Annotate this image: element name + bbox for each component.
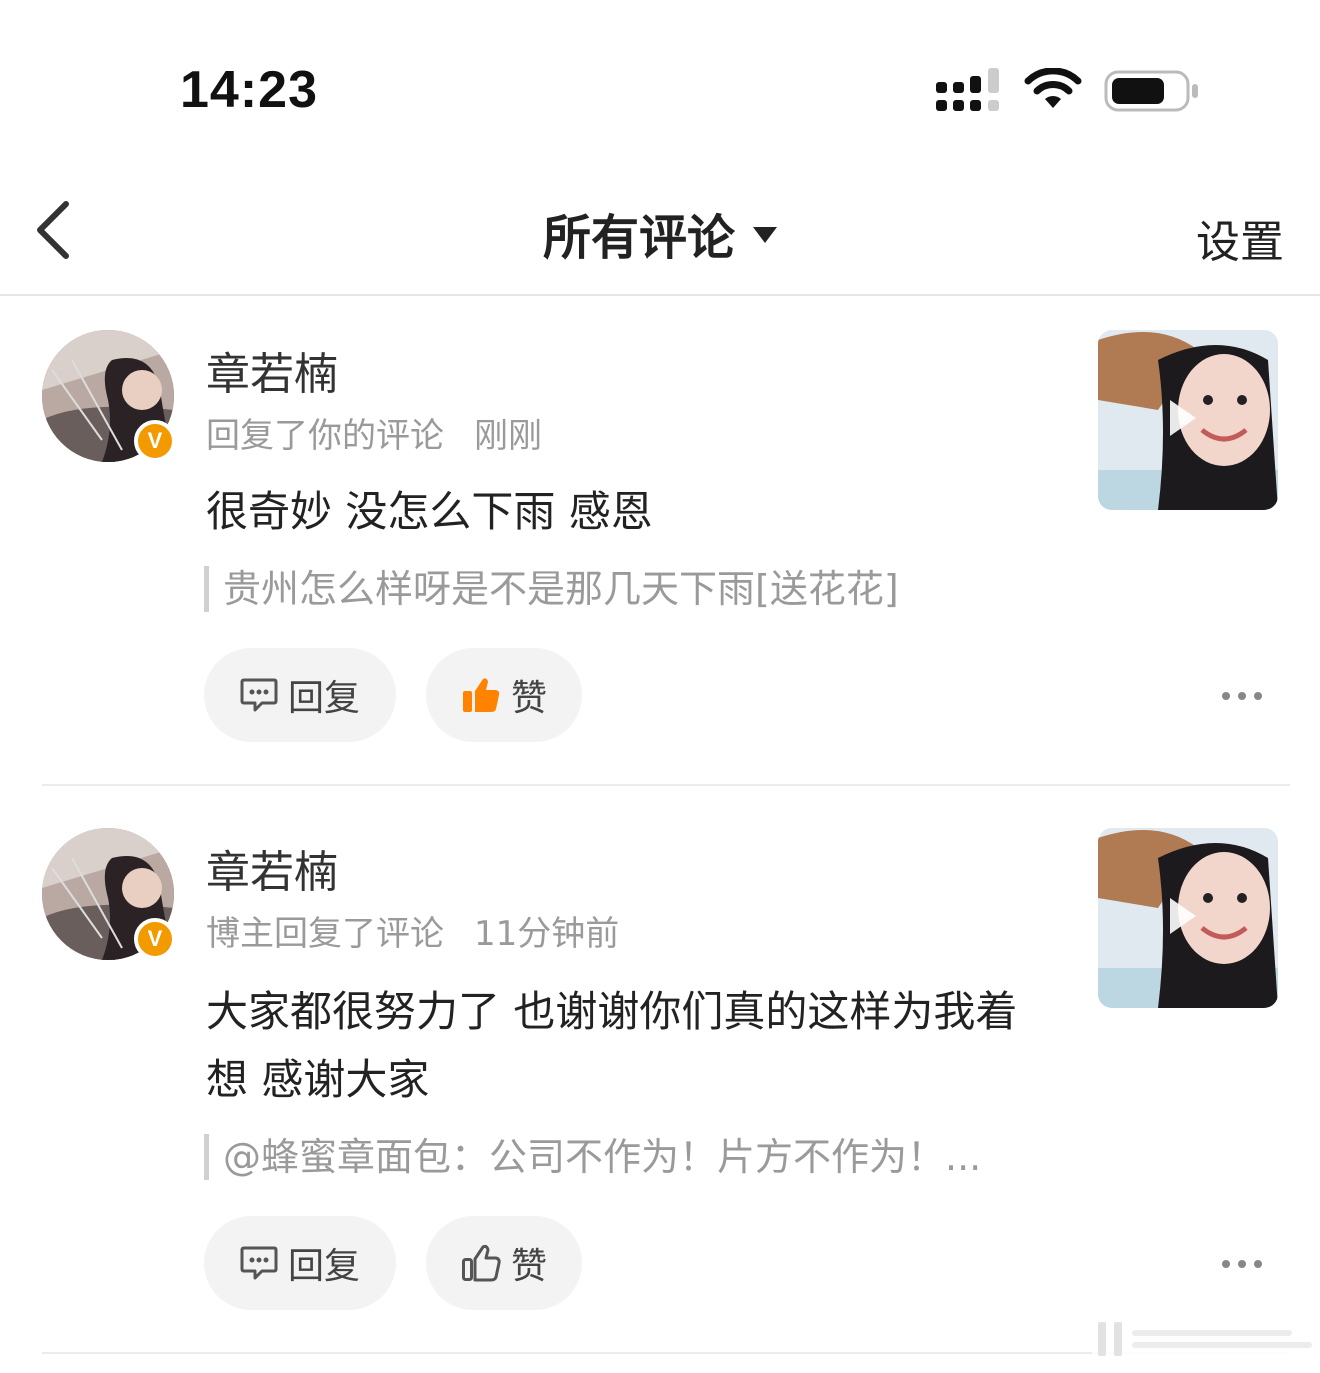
caret-down-icon	[753, 227, 777, 243]
comment-text: 很奇妙 没怎么下雨 感恩	[206, 487, 653, 536]
thumbs-up-filled-icon	[462, 678, 500, 712]
comment-text: 大家都很努力了 也谢谢你们真的这样为我着想 感谢大家	[206, 987, 1018, 1104]
like-button[interactable]: 赞	[426, 1216, 582, 1310]
comment-filter-dropdown[interactable]: 所有评论	[543, 198, 777, 268]
quoted-comment[interactable]: @蜂蜜章面包：公司不作为！片方不作为！...	[204, 1134, 981, 1180]
divider	[42, 784, 1290, 786]
reply-action: 回复了你的评论	[206, 416, 444, 456]
watermark-lines-icon	[1092, 1318, 1320, 1358]
more-options-icon[interactable]	[1222, 690, 1262, 702]
quoted-comment[interactable]: 贵州怎么样呀是不是那几天下雨[送花花]	[204, 566, 899, 612]
comment-meta: 博主回复了评论 11分钟前	[206, 906, 619, 955]
timestamp: 11分钟前	[474, 914, 620, 954]
reply-label: 回复	[287, 1246, 360, 1287]
battery-icon	[1104, 70, 1198, 112]
settings-button[interactable]: 设置	[1196, 206, 1284, 270]
more-options-icon[interactable]	[1222, 1258, 1262, 1270]
like-label: 赞	[510, 1246, 547, 1287]
video-thumbnail[interactable]	[1098, 828, 1278, 1008]
verified-badge-icon: V	[134, 918, 176, 960]
like-label: 赞	[510, 678, 547, 719]
wifi-icon	[1024, 68, 1082, 108]
verified-badge-icon: V	[134, 420, 176, 462]
nav-bar: 所有评论 设置	[0, 180, 1320, 296]
status-bar: 14:23	[0, 0, 1320, 180]
thumbs-up-outline-icon	[461, 1244, 501, 1282]
username[interactable]: 章若楠	[206, 836, 338, 900]
comment-bubble-icon	[240, 1246, 278, 1280]
reply-button[interactable]: 回复	[204, 648, 396, 742]
reply-label: 回复	[287, 678, 360, 719]
back-arrow-icon[interactable]	[28, 198, 80, 262]
page-title: 所有评论	[542, 210, 735, 266]
reply-button[interactable]: 回复	[204, 1216, 396, 1310]
video-thumbnail[interactable]	[1098, 330, 1278, 510]
status-time: 14:23	[180, 61, 318, 119]
comment-bubble-icon	[240, 678, 278, 712]
username[interactable]: 章若楠	[206, 338, 338, 402]
cellular-signal-icon	[936, 68, 999, 111]
comment-meta: 回复了你的评论 刚刚	[206, 408, 542, 457]
timestamp: 刚刚	[474, 416, 542, 456]
like-button[interactable]: 赞	[426, 648, 582, 742]
reply-action: 博主回复了评论	[206, 914, 444, 954]
